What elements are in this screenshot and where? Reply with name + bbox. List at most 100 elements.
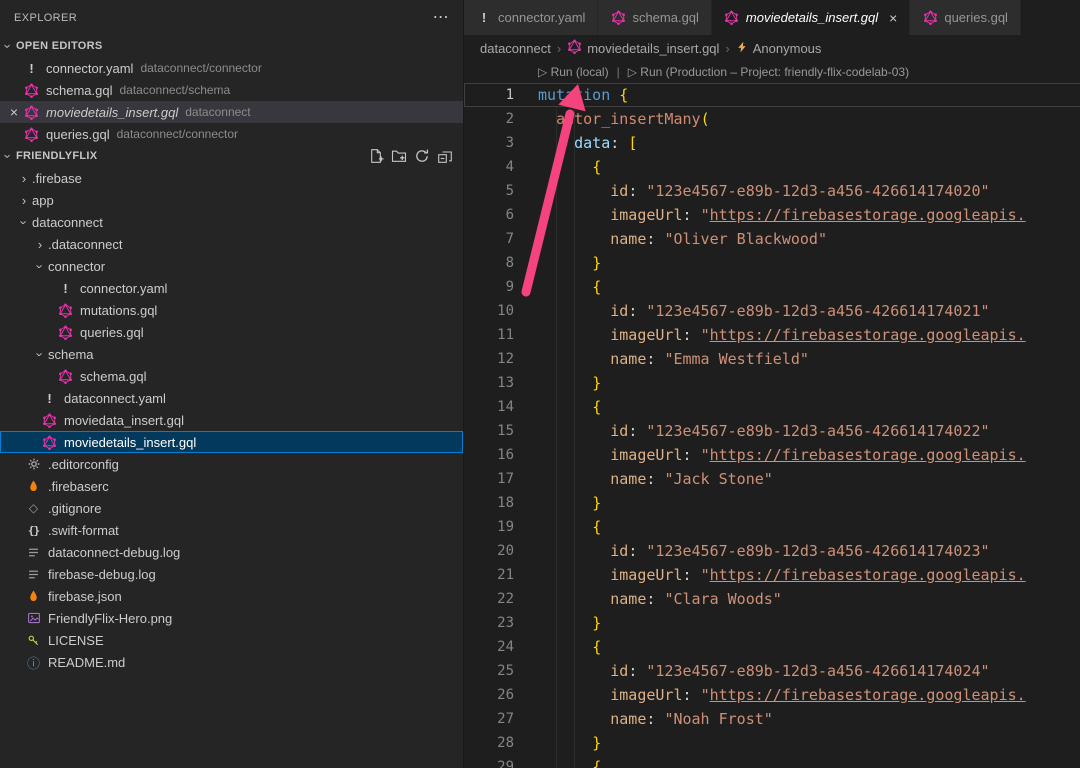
file-name: schema.gql [80,369,146,384]
line-number: 25 [464,659,514,683]
graphql-icon [40,413,59,428]
tree-item-dataconnect[interactable]: ›.dataconnect [0,233,463,255]
line-number: 16 [464,443,514,467]
tree-item-editorconfig[interactable]: .editorconfig [0,453,463,475]
tree-item-license[interactable]: LICENSE [0,629,463,651]
code-text: id: "123e4567-e89b-12d3-a456-42661417402… [514,539,990,563]
code-text: { [514,275,601,299]
line-number: 2 [464,107,514,131]
code-text: mutation { [514,83,628,107]
file-name: .gitignore [48,501,101,516]
graphql-icon [610,10,626,25]
tree-item-app[interactable]: ›app [0,189,463,211]
graphql-icon [922,10,938,25]
firebase-icon [24,590,43,603]
tree-item-firebase-json[interactable]: firebase.json [0,585,463,607]
refresh-icon[interactable] [414,148,430,164]
code-text: name: "Clara Woods" [514,587,782,611]
code-text: imageUrl: "https://firebasestorage.googl… [514,323,1026,347]
log-icon [24,568,43,581]
tree-item-friendlyflix-hero-png[interactable]: FriendlyFlix-Hero.png [0,607,463,629]
yaml-icon: ! [22,61,41,76]
code-line[interactable]: 1mutation { [464,83,1080,107]
tree-item-dataconnect-yaml[interactable]: !dataconnect.yaml [0,387,463,409]
line-number: 22 [464,587,514,611]
graphql-icon [567,39,582,57]
tree-item-readme-md[interactable]: ⓘREADME.md [0,651,463,673]
tree-actions [368,148,463,164]
codelens-run-local[interactable]: ▷ Run (local) [538,61,609,83]
graphql-icon [56,325,75,340]
open-editor-item-queries-gql[interactable]: queries.gql dataconnect/connector [0,123,463,145]
line-number: 13 [464,371,514,395]
collapse-all-icon[interactable] [437,148,453,164]
graphql-icon [40,435,59,450]
code-text: imageUrl: "https://firebasestorage.googl… [514,683,1026,707]
breadcrumb-item-moviedetails-insert-gql[interactable]: moviedetails_insert.gql [567,39,719,57]
open-editor-item-moviedetails-insert-gql[interactable]: × moviedetails_insert.gql dataconnect [0,101,463,123]
graphql-icon [724,10,740,25]
tree-item-swift-format[interactable]: {}.swift-format [0,519,463,541]
tab-label: queries.gql [944,10,1008,25]
file-tree: ›.firebase›app›dataconnect›.dataconnect›… [0,167,463,673]
line-number: 18 [464,491,514,515]
tab-connector-yaml[interactable]: ! connector.yaml [464,0,598,35]
breadcrumb-item-dataconnect[interactable]: dataconnect [480,41,551,56]
open-editor-item-connector-yaml[interactable]: ! connector.yaml dataconnect/connector [0,57,463,79]
tree-item-firebase[interactable]: ›.firebase [0,167,463,189]
tree-item-schema[interactable]: ›schema [0,343,463,365]
close-icon[interactable]: × [889,10,897,26]
image-icon [24,611,43,625]
code-text: name: "Jack Stone" [514,467,773,491]
folder-name: app [32,193,54,208]
line-number: 4 [464,155,514,179]
tree-item-firebaserc[interactable]: .firebaserc [0,475,463,497]
tree-item-moviedata-insert-gql[interactable]: moviedata_insert.gql [0,409,463,431]
breadcrumb-item-anonymous[interactable]: Anonymous [736,41,822,56]
line-number: 15 [464,419,514,443]
tree-item-schema-gql[interactable]: schema.gql [0,365,463,387]
tree-item-mutations-gql[interactable]: mutations.gql [0,299,463,321]
chevron-down-icon: › [33,346,48,362]
open-editor-item-schema-gql[interactable]: schema.gql dataconnect/schema [0,79,463,101]
tab-schema-gql[interactable]: schema.gql [598,0,711,35]
file-name: README.md [48,655,125,670]
file-path: dataconnect/connector [117,127,238,141]
tree-item-firebase-debug-log[interactable]: firebase-debug.log [0,563,463,585]
line-number: 17 [464,467,514,491]
tab-moviedetails-insert-gql[interactable]: moviedetails_insert.gql × [712,0,910,35]
line-number: 9 [464,275,514,299]
tab-label: moviedetails_insert.gql [746,10,878,25]
tree-item-connector-yaml[interactable]: !connector.yaml [0,277,463,299]
file-name: FriendlyFlix-Hero.png [48,611,172,626]
tree-item-moviedetails-insert-gql[interactable]: moviedetails_insert.gql [0,431,463,453]
codelens-run-production[interactable]: ▷ Run (Production – Project: friendly-fl… [628,61,909,83]
workspace-folder-header[interactable]: › FRIENDLYFLIX [0,145,463,167]
line-number: 1 [464,83,514,107]
breadcrumb-separator-icon: › [725,41,729,56]
code-text: { [514,395,601,419]
line-number: 12 [464,347,514,371]
editor-pane: ! connector.yaml schema.gql moviedetails… [464,0,1080,768]
open-editors-header[interactable]: › OPEN EDITORS [0,35,463,57]
line-number: 11 [464,323,514,347]
tree-item-connector[interactable]: ›connector [0,255,463,277]
file-path: dataconnect [185,105,250,119]
code-text: imageUrl: "https://firebasestorage.googl… [514,443,1026,467]
folder-name: .firebase [32,171,82,186]
line-number: 24 [464,635,514,659]
file-name: moviedata_insert.gql [64,413,184,428]
more-actions-icon[interactable]: ⋯ [433,10,449,26]
tree-item-dataconnect-debug-log[interactable]: dataconnect-debug.log [0,541,463,563]
tree-item-dataconnect[interactable]: ›dataconnect [0,211,463,233]
tab-queries-gql[interactable]: queries.gql [910,0,1021,35]
file-path: dataconnect/schema [119,83,230,97]
code-text: id: "123e4567-e89b-12d3-a456-42661417402… [514,659,990,683]
tree-item-queries-gql[interactable]: queries.gql [0,321,463,343]
close-icon[interactable]: × [6,104,22,120]
new-folder-icon[interactable] [391,148,407,164]
graphql-icon [22,127,41,142]
file-name: .firebaserc [48,479,109,494]
tree-item-gitignore[interactable]: ◇.gitignore [0,497,463,519]
new-file-icon[interactable] [368,148,384,164]
